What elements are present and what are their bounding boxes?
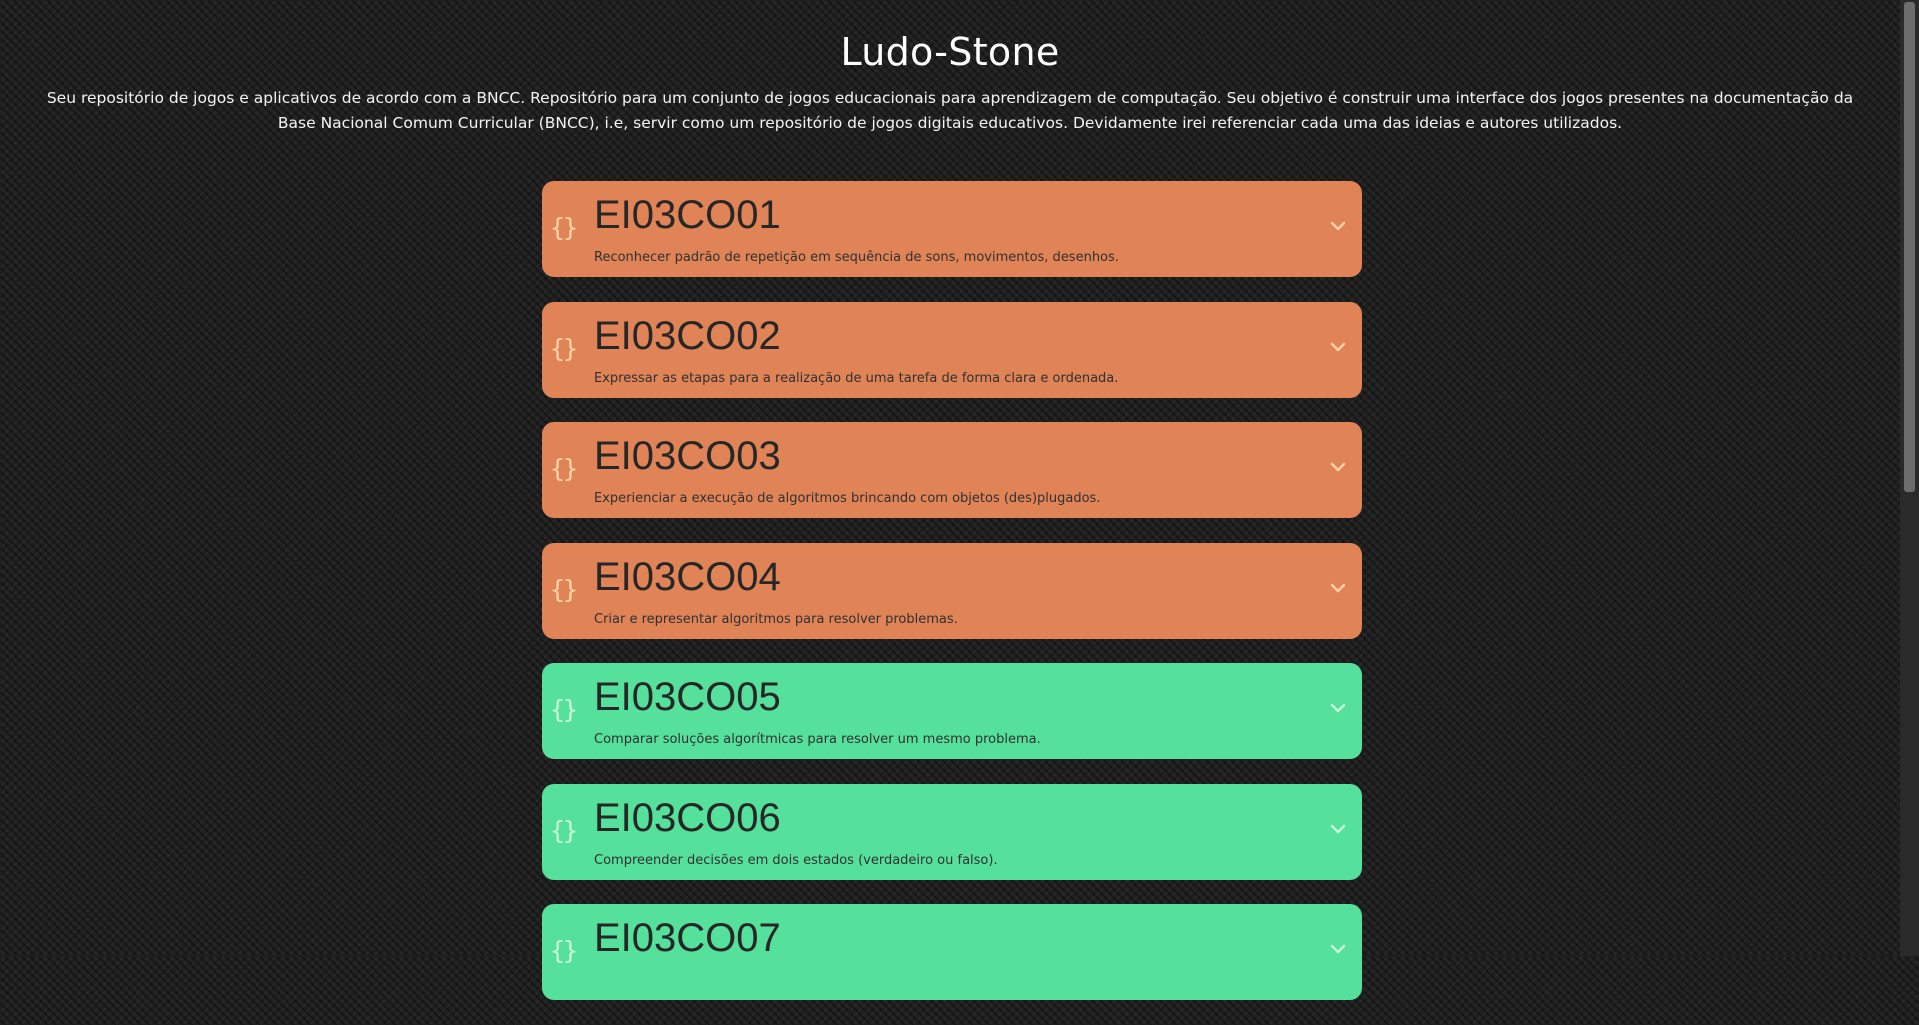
skill-description: Reconhecer padrão de repetição em sequên…: [594, 250, 1119, 265]
code-braces-icon: {}: [550, 695, 578, 724]
page-title: Ludo-Stone: [840, 30, 1060, 74]
page-description: Seu repositório de jogos e aplicativos d…: [46, 89, 1854, 132]
skill-code: EI03CO01: [594, 193, 781, 237]
skill-description: Criar e representar algoritmos para reso…: [594, 611, 958, 627]
skill-card-ei03co01[interactable]: {} EI03CO01 Reconhecer padrão de repetiç…: [542, 181, 1362, 277]
code-braces-icon: {}: [550, 333, 578, 363]
page: Ludo-Stone Seu repositório de jogos e ap…: [0, 0, 1900, 1000]
skill-card-ei03co05[interactable]: {} EI03CO05 Comparar soluções algorítmic…: [542, 663, 1362, 759]
skill-code: EI03CO04: [594, 554, 781, 599]
page-scrollbar[interactable]: [1900, 0, 1919, 956]
chevron-down-icon[interactable]: [1330, 221, 1346, 232]
skill-description: Comparar soluções algorítmicas para reso…: [594, 732, 1041, 747]
skill-card-ei03co02[interactable]: {} EI03CO02 Expressar as etapas para a r…: [542, 301, 1362, 398]
skill-card-ei03co04[interactable]: {} EI03CO04 Criar e representar algoritm…: [542, 542, 1362, 639]
skill-description: Expressar as etapas para a realização de…: [594, 370, 1119, 386]
code-braces-icon: {}: [550, 213, 578, 242]
skill-code: EI03CO06: [594, 795, 781, 840]
skill-code: EI03CO02: [594, 313, 781, 358]
skill-description: Experienciar a execução de algoritmos br…: [594, 491, 1101, 506]
scrollbar-thumb[interactable]: [1904, 2, 1915, 492]
chevron-down-icon[interactable]: [1330, 583, 1346, 594]
skill-code: EI03CO05: [594, 675, 781, 719]
code-braces-icon: {}: [550, 454, 578, 483]
skill-card-list: {} EI03CO01 Reconhecer padrão de repetiç…: [542, 181, 1362, 1025]
skill-card-ei03co07[interactable]: {} EI03CO07: [542, 904, 1362, 1000]
chevron-down-icon[interactable]: [1330, 824, 1346, 835]
chevron-down-icon[interactable]: [1330, 342, 1346, 353]
skill-card-ei03co03[interactable]: {} EI03CO03 Experienciar a execução de a…: [542, 422, 1362, 518]
chevron-down-icon[interactable]: [1330, 944, 1346, 955]
code-braces-icon: {}: [550, 574, 578, 604]
chevron-down-icon[interactable]: [1330, 703, 1346, 714]
chevron-down-icon[interactable]: [1330, 462, 1346, 473]
skill-code: EI03CO07: [594, 916, 781, 960]
skill-code: EI03CO03: [594, 434, 781, 478]
code-braces-icon: {}: [550, 936, 578, 965]
code-braces-icon: {}: [550, 815, 578, 845]
skill-description: Compreender decisões em dois estados (ve…: [594, 852, 998, 868]
skill-card-ei03co06[interactable]: {} EI03CO06 Compreender decisões em dois…: [542, 783, 1362, 880]
